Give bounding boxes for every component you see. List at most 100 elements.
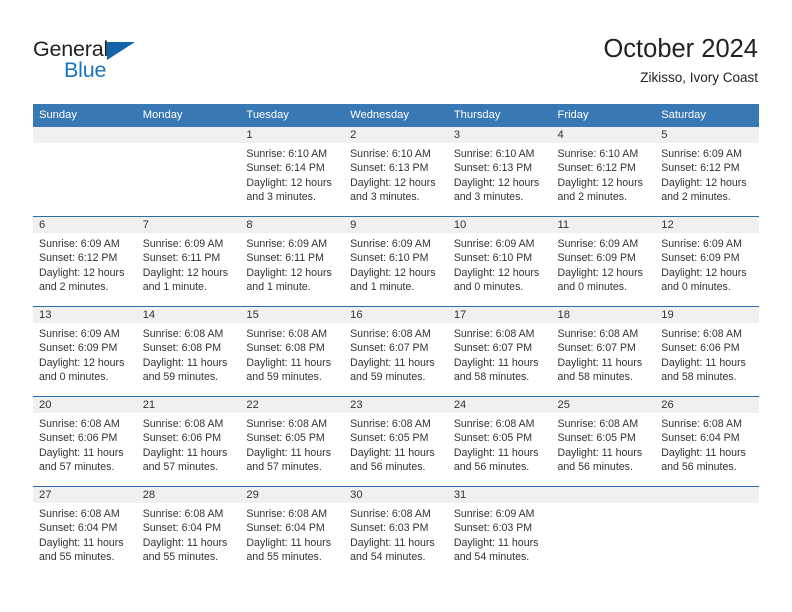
day-cell-inner: 8 Sunrise: 6:09 AM Sunset: 6:11 PM Daylight… [240,217,345,306]
calendar-day-cell[interactable]: 9 Sunrise: 6:09 AM Sunset: 6:10 PM Daylight… [344,216,448,307]
day-details: Sunrise: 6:09 AM Sunset: 6:03 PM Daylight:… [448,503,552,564]
weekday-header-row: Sunday Monday Tuesday Wednesday Thursday… [33,104,759,127]
sunrise-text: Sunrise: 6:08 AM [661,418,742,430]
day-cell-inner: 19 Sunrise: 6:08 AM Sunset: 6:06 PM Dayligh… [655,307,759,396]
calendar-day-cell[interactable]: 12 Sunrise: 6:09 AM Sunset: 6:09 PM Dayligh… [655,216,759,307]
day-number: 8 [240,217,345,233]
day-details: Sunrise: 6:09 AM Sunset: 6:10 PM Daylight:… [344,233,448,294]
calendar-day-cell[interactable]: 7 Sunrise: 6:09 AM Sunset: 6:11 PM Daylight… [136,216,241,307]
weekday-header-monday: Monday [136,104,241,127]
sunrise-text: Sunrise: 6:08 AM [557,418,639,430]
day-number: 25 [551,397,656,413]
calendar-day-cell[interactable]: 5 Sunrise: 6:09 AM Sunset: 6:12 PM Daylight… [655,127,759,217]
calendar-day-cell[interactable]: 27 Sunrise: 6:08 AM Sunset: 6:04 PM Dayligh… [33,486,137,576]
daylight-text: Daylight: 11 hours and 55 minutes. [246,536,332,563]
general-blue-logo[interactable]: General Blue [33,38,213,86]
daylight-text: Daylight: 12 hours and 0 minutes. [39,356,125,383]
calendar-day-cell[interactable]: 2 Sunrise: 6:10 AM Sunset: 6:13 PM Daylight… [344,127,448,217]
calendar-day-cell[interactable]: 21 Sunrise: 6:08 AM Sunset: 6:06 PM Dayligh… [136,396,241,487]
sunset-text: Sunset: 6:07 PM [350,342,429,355]
calendar-page: General Blue October 2024 Zikisso, Ivory… [0,0,792,612]
day-cell-inner: 18 Sunrise: 6:08 AM Sunset: 6:07 PM Dayligh… [551,307,656,396]
day-details: Sunrise: 6:09 AM Sunset: 6:11 PM Daylight:… [137,233,241,294]
calendar-day-cell[interactable]: 22 Sunrise: 6:08 AM Sunset: 6:05 PM Dayligh… [240,396,345,487]
sunset-text: Sunset: 6:12 PM [39,252,118,265]
day-cell-inner: 17 Sunrise: 6:08 AM Sunset: 6:07 PM Dayligh… [447,307,552,396]
day-number [655,487,759,503]
day-number: 9 [344,217,448,233]
calendar-day-cell [33,127,137,217]
day-cell-inner [655,487,759,576]
sunrise-text: Sunrise: 6:08 AM [453,328,535,340]
calendar-day-cell[interactable]: 24 Sunrise: 6:08 AM Sunset: 6:05 PM Dayligh… [447,396,552,487]
day-cell-inner: 12 Sunrise: 6:09 AM Sunset: 6:09 PM Dayligh… [655,217,759,306]
weekday-header-friday: Friday [551,104,656,127]
calendar-day-cell[interactable]: 4 Sunrise: 6:10 AM Sunset: 6:12 PM Daylight… [551,127,656,217]
day-details: Sunrise: 6:08 AM Sunset: 6:05 PM Daylight:… [448,413,552,474]
day-cell-inner [551,487,656,576]
day-cell-inner: 5 Sunrise: 6:09 AM Sunset: 6:12 PM Daylight… [655,127,759,216]
calendar-day-cell[interactable]: 29 Sunrise: 6:08 AM Sunset: 6:04 PM Dayligh… [240,486,345,576]
day-number: 26 [655,397,759,413]
sunrise-text: Sunrise: 6:09 AM [39,328,120,340]
calendar-day-cell[interactable]: 15 Sunrise: 6:08 AM Sunset: 6:08 PM Dayligh… [240,306,345,397]
daylight-text: Daylight: 12 hours and 0 minutes. [557,266,643,293]
calendar-day-cell[interactable]: 25 Sunrise: 6:08 AM Sunset: 6:05 PM Dayligh… [551,396,656,487]
day-details: Sunrise: 6:08 AM Sunset: 6:08 PM Daylight:… [240,323,344,384]
daylight-text: Daylight: 12 hours and 2 minutes. [661,176,747,203]
calendar-week-row: 20 Sunrise: 6:08 AM Sunset: 6:06 PM Dayligh… [33,396,759,487]
day-number [33,127,137,143]
calendar-day-cell[interactable]: 11 Sunrise: 6:09 AM Sunset: 6:09 PM Dayligh… [551,216,656,307]
calendar-day-cell[interactable]: 10 Sunrise: 6:09 AM Sunset: 6:10 PM Dayligh… [447,216,552,307]
calendar-body: 1 Sunrise: 6:10 AM Sunset: 6:14 PM Daylight… [33,127,759,576]
sunrise-text: Sunrise: 6:10 AM [557,148,639,160]
day-number: 4 [551,127,656,143]
calendar-day-cell[interactable]: 20 Sunrise: 6:08 AM Sunset: 6:06 PM Dayligh… [33,396,137,487]
sunset-text: Sunset: 6:09 PM [661,252,740,265]
calendar-day-cell[interactable]: 19 Sunrise: 6:08 AM Sunset: 6:06 PM Dayligh… [655,306,759,397]
sunset-text: Sunset: 6:07 PM [453,342,533,355]
calendar-day-cell[interactable]: 8 Sunrise: 6:09 AM Sunset: 6:11 PM Daylight… [240,216,345,307]
weekday-header-saturday: Saturday [655,104,759,127]
daylight-text: Daylight: 11 hours and 59 minutes. [246,356,332,383]
weekday-header-thursday: Thursday [447,104,552,127]
day-details: Sunrise: 6:10 AM Sunset: 6:14 PM Daylight:… [240,143,344,204]
day-details: Sunrise: 6:08 AM Sunset: 6:03 PM Daylight:… [344,503,448,564]
daylight-text: Daylight: 12 hours and 3 minutes. [453,176,540,203]
sunset-text: Sunset: 6:04 PM [661,432,740,445]
page-title: October 2024 [603,35,758,63]
calendar-day-cell[interactable]: 1 Sunrise: 6:10 AM Sunset: 6:14 PM Daylight… [240,127,345,217]
day-number: 13 [33,307,137,323]
page-subtitle: Zikisso, Ivory Coast [640,70,758,85]
calendar-day-cell[interactable]: 31 Sunrise: 6:09 AM Sunset: 6:03 PM Dayligh… [447,486,552,576]
calendar-day-cell[interactable]: 14 Sunrise: 6:08 AM Sunset: 6:08 PM Dayligh… [136,306,241,397]
calendar-day-cell[interactable]: 18 Sunrise: 6:08 AM Sunset: 6:07 PM Dayligh… [551,306,656,397]
calendar-day-cell[interactable]: 28 Sunrise: 6:08 AM Sunset: 6:04 PM Dayligh… [136,486,241,576]
day-details: Sunrise: 6:09 AM Sunset: 6:12 PM Daylight:… [655,143,759,204]
daylight-text: Daylight: 12 hours and 1 minute. [246,266,332,293]
day-cell-inner: 7 Sunrise: 6:09 AM Sunset: 6:11 PM Daylight… [136,217,241,306]
sunset-text: Sunset: 6:05 PM [557,432,636,445]
calendar-day-cell[interactable]: 16 Sunrise: 6:08 AM Sunset: 6:07 PM Dayligh… [344,306,448,397]
calendar-day-cell[interactable]: 23 Sunrise: 6:08 AM Sunset: 6:05 PM Dayligh… [344,396,448,487]
calendar-day-cell[interactable]: 26 Sunrise: 6:08 AM Sunset: 6:04 PM Dayligh… [655,396,759,487]
daylight-text: Daylight: 12 hours and 0 minutes. [453,266,540,293]
calendar-day-cell[interactable]: 6 Sunrise: 6:09 AM Sunset: 6:12 PM Daylight… [33,216,137,307]
day-details: Sunrise: 6:09 AM Sunset: 6:09 PM Daylight:… [552,233,656,294]
sunrise-text: Sunrise: 6:08 AM [142,328,224,340]
day-cell-inner: 30 Sunrise: 6:08 AM Sunset: 6:03 PM Dayligh… [344,487,448,576]
day-number: 2 [344,127,448,143]
day-number: 19 [655,307,759,323]
sunrise-text: Sunrise: 6:09 AM [453,238,535,250]
calendar-day-cell [655,486,759,576]
day-cell-inner: 29 Sunrise: 6:08 AM Sunset: 6:04 PM Dayligh… [240,487,345,576]
daylight-text: Daylight: 11 hours and 59 minutes. [350,356,435,383]
calendar-day-cell[interactable]: 30 Sunrise: 6:08 AM Sunset: 6:03 PM Dayligh… [344,486,448,576]
day-cell-inner: 23 Sunrise: 6:08 AM Sunset: 6:05 PM Dayligh… [344,397,448,486]
calendar-day-cell [551,486,656,576]
calendar-day-cell[interactable]: 3 Sunrise: 6:10 AM Sunset: 6:13 PM Daylight… [447,127,552,217]
daylight-text: Daylight: 11 hours and 56 minutes. [350,446,435,473]
day-details: Sunrise: 6:09 AM Sunset: 6:10 PM Daylight:… [448,233,552,294]
calendar-day-cell[interactable]: 17 Sunrise: 6:08 AM Sunset: 6:07 PM Dayligh… [447,306,552,397]
calendar-day-cell[interactable]: 13 Sunrise: 6:09 AM Sunset: 6:09 PM Dayligh… [33,306,137,397]
